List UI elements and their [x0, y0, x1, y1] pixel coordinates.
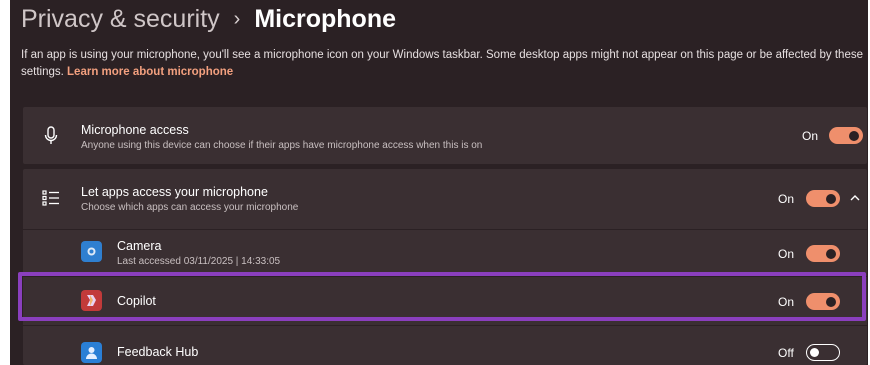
breadcrumb-separator: › [233, 7, 241, 30]
camera-app-icon [81, 241, 102, 262]
page-description: If an app is using your microphone, you'… [21, 47, 863, 81]
feedback-hub-toggle[interactable] [806, 344, 840, 361]
microphone-access-row: Microphone access Anyone using this devi… [23, 107, 867, 164]
app-row-feedback-hub: Feedback Hub Off [23, 326, 867, 365]
microphone-access-state: On [802, 129, 819, 143]
microphone-access-title: Microphone access [81, 123, 189, 137]
list-icon [39, 186, 63, 210]
breadcrumb-parent[interactable]: Privacy & security [21, 5, 220, 34]
app-row-camera: Camera Last accessed 03/11/2025 | 14:33:… [23, 230, 867, 276]
let-apps-state: On [778, 192, 795, 206]
learn-more-link[interactable]: Learn more about microphone [67, 66, 233, 78]
let-apps-access-section: Let apps access your microphone Choose w… [23, 169, 867, 365]
copilot-highlight-box [18, 272, 866, 321]
microphone-access-toggle[interactable] [829, 127, 863, 144]
microphone-access-subtitle: Anyone using this device can choose if t… [81, 140, 483, 151]
app-last-accessed: Last accessed 03/11/2025 | 14:33:05 [117, 256, 281, 267]
let-apps-toggle[interactable] [806, 190, 840, 207]
app-state: Off [778, 346, 794, 360]
page-title: Microphone [254, 4, 397, 33]
app-state: On [778, 247, 795, 261]
microphone-icon [39, 124, 63, 148]
feedback-hub-app-icon [81, 342, 102, 363]
chevron-up-icon[interactable] [848, 191, 862, 205]
app-name: Camera [117, 239, 162, 253]
let-apps-subtitle: Choose which apps can access your microp… [81, 202, 299, 213]
let-apps-title: Let apps access your microphone [81, 185, 268, 199]
camera-toggle[interactable] [806, 245, 840, 262]
app-name: Feedback Hub [117, 345, 199, 359]
breadcrumb: Privacy & security › Microphone [21, 4, 396, 34]
